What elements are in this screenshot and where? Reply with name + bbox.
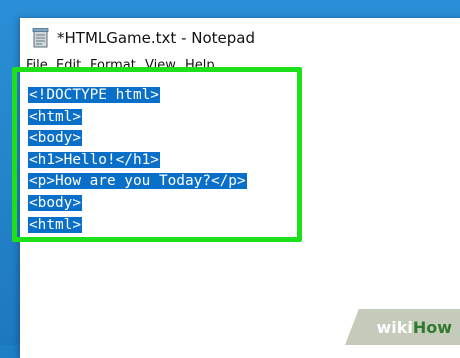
code-line: <p>How are you Today?</p> bbox=[28, 171, 247, 193]
code-block: <!DOCTYPE html> <html> <body> <h1>Hello!… bbox=[28, 85, 247, 236]
notepad-window: *HTMLGame.txt - Notepad File Edit Format… bbox=[20, 18, 460, 358]
title-bar[interactable]: *HTMLGame.txt - Notepad bbox=[20, 18, 460, 58]
menu-edit[interactable]: Edit bbox=[56, 58, 81, 73]
code-line: <h1>Hello!</h1> bbox=[28, 150, 247, 172]
selected-text: <!DOCTYPE html> bbox=[28, 87, 160, 103]
watermark-wiki: wiki bbox=[376, 318, 413, 337]
selected-text: <body> bbox=[28, 130, 82, 147]
code-line: <body> bbox=[28, 128, 247, 150]
selected-text: <h1>Hello!</h1> bbox=[28, 151, 160, 168]
selected-text: <html> bbox=[28, 216, 82, 233]
window-title: *HTMLGame.txt - Notepad bbox=[57, 29, 255, 47]
selected-text: <body> bbox=[28, 194, 82, 211]
code-line: <html> bbox=[28, 215, 247, 237]
code-line: <!DOCTYPE html> bbox=[28, 85, 247, 107]
menu-view[interactable]: View bbox=[145, 58, 176, 73]
wikihow-watermark: wikiHow bbox=[376, 318, 452, 337]
code-line: <html> bbox=[28, 107, 247, 129]
code-line: <body> bbox=[28, 193, 247, 215]
selected-text: <p>How are you Today?</p> bbox=[28, 173, 247, 190]
selected-text: <html> bbox=[28, 108, 82, 125]
watermark-how: How bbox=[412, 318, 452, 337]
menu-help[interactable]: Help bbox=[185, 58, 215, 73]
menu-bar: File Edit Format View Help bbox=[20, 58, 460, 78]
notepad-icon bbox=[32, 28, 49, 48]
menu-format[interactable]: Format bbox=[90, 58, 136, 73]
menu-file[interactable]: File bbox=[26, 58, 48, 73]
